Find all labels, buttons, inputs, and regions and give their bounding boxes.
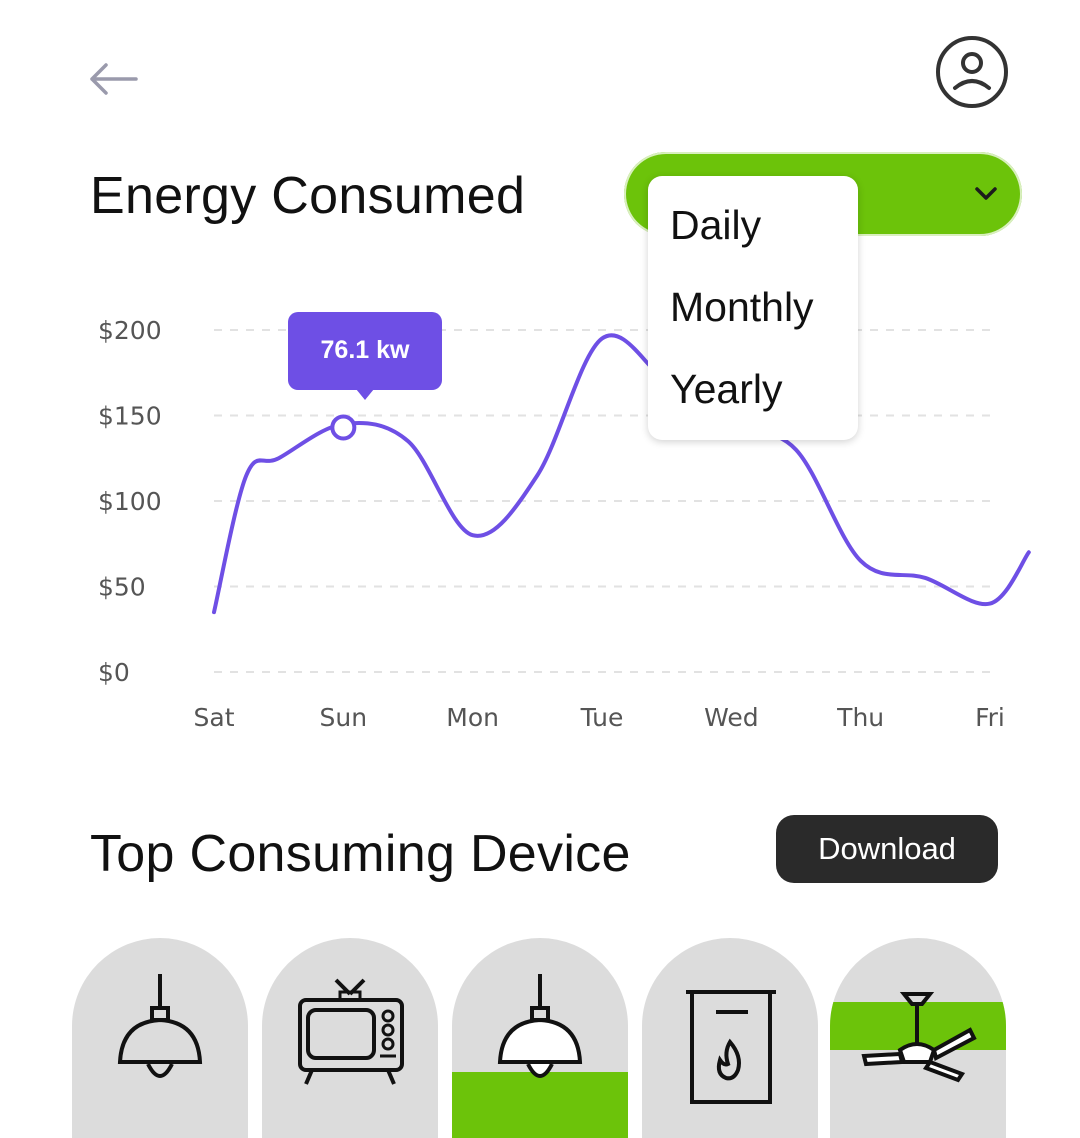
chevron-down-icon <box>975 187 997 200</box>
device-card-heater[interactable] <box>642 938 818 1138</box>
highlight-point[interactable] <box>330 414 357 441</box>
x-tick-label: Fri <box>975 703 1005 732</box>
y-tick-label: $200 <box>98 316 162 345</box>
pendant-lamp-icon <box>117 974 203 1078</box>
period-dropdown-menu: Daily Monthly Yearly <box>648 176 858 440</box>
profile-button[interactable] <box>934 34 1010 110</box>
x-tick-label: Sat <box>194 703 235 732</box>
x-tick-label: Sun <box>320 703 368 732</box>
y-tick-label: $150 <box>98 402 162 431</box>
x-tick-label: Tue <box>580 703 624 732</box>
back-button[interactable] <box>86 52 142 108</box>
y-tick-label: $50 <box>98 573 146 602</box>
ceiling-fan-icon <box>861 992 977 1083</box>
arrow-left-icon <box>90 63 138 95</box>
devices-title: Top Consuming Device <box>90 825 631 883</box>
x-tick-label: Wed <box>704 703 759 732</box>
tv-icon <box>298 978 404 1085</box>
x-tick-label: Thu <box>836 703 884 732</box>
device-card-fan[interactable] <box>830 938 1006 1138</box>
y-tick-label: $100 <box>98 487 162 516</box>
water-heater-icon <box>686 990 776 1104</box>
option-yearly[interactable]: Yearly <box>670 366 782 413</box>
x-tick-label: Mon <box>446 703 499 732</box>
device-card-lamp[interactable] <box>72 938 248 1138</box>
device-card-tv[interactable] <box>262 938 438 1138</box>
option-monthly[interactable]: Monthly <box>670 284 814 331</box>
pendant-lamp-icon <box>497 974 583 1078</box>
y-tick-label: $0 <box>98 658 130 687</box>
energy-chart: $0 $50 $100 $150 $200 Sat Sun Mon Tue Wed Thu Fri <box>98 316 1031 732</box>
user-circle-icon <box>936 36 1008 108</box>
energy-title: Energy Consumed <box>90 167 526 225</box>
download-button[interactable]: Download <box>776 815 998 883</box>
device-card-lamp-2[interactable] <box>452 938 628 1138</box>
option-daily[interactable]: Daily <box>670 202 761 249</box>
value-tooltip: 76.1 kw <box>288 312 442 400</box>
